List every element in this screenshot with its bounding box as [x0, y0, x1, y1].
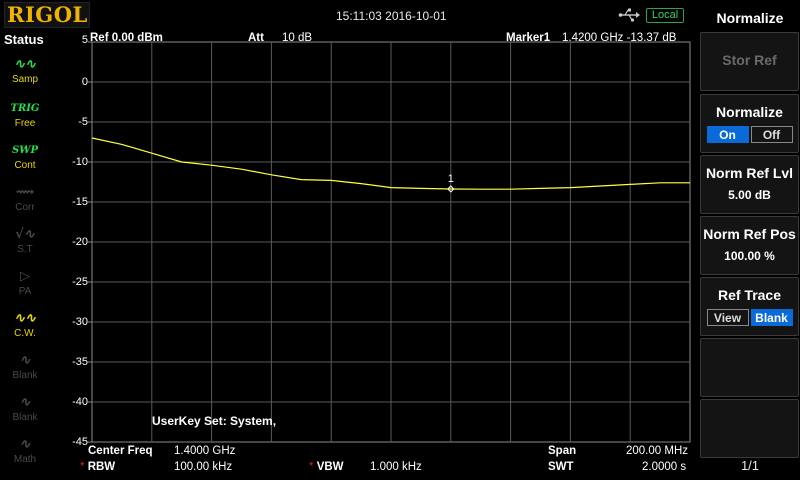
normalize-toggle[interactable]: Normalize On Off — [700, 94, 799, 153]
status-pa[interactable]: ▷ PA — [4, 268, 46, 304]
status-blank-2[interactable]: ∿ Blank — [4, 394, 46, 430]
vbw-indicator: * VBW — [309, 461, 344, 473]
ref-trace-toggle[interactable]: Ref Trace View Blank — [700, 277, 799, 336]
status-swp[interactable]: SWP Cont — [4, 142, 46, 178]
rigol-logo: RIGOL — [4, 2, 90, 28]
att-value: 10 dB — [282, 32, 313, 44]
y-tick-label: -35 — [72, 356, 88, 368]
marker-label: Marker1 — [506, 32, 551, 44]
swp-icon: SWP — [12, 145, 38, 156]
y-tick-label: -5 — [78, 116, 88, 128]
center-freq-label: Center Freq — [88, 445, 153, 457]
y-tick-label: 0 — [81, 76, 88, 88]
blank-icon: ∿ — [19, 353, 31, 368]
pa-icon: ▷ — [20, 269, 30, 284]
status-cw[interactable]: ∿∿ C.W. — [4, 310, 46, 346]
ref-level: Ref 0.00 dBm — [90, 32, 163, 44]
blank-icon: ∿ — [19, 395, 31, 410]
normalize-off-option[interactable]: Off — [750, 126, 793, 143]
y-tick-label: -25 — [72, 276, 88, 288]
ref-trace-blank-option[interactable]: Blank — [750, 309, 793, 326]
norm-ref-pos-button[interactable]: Norm Ref Pos 100.00 % — [700, 216, 799, 275]
userkey-set: UserKey Set: System, — [152, 414, 277, 428]
y-tick-label: -15 — [72, 196, 88, 208]
status-st[interactable]: √∿ S.T — [4, 226, 46, 262]
swt-value: 2.0000 s — [642, 461, 687, 473]
softkey-panel: Normalize Stor Ref Normalize On Off Norm… — [700, 0, 800, 480]
st-icon: √∿ — [15, 227, 35, 242]
y-tick-label: 5 — [81, 34, 88, 46]
status-column: Status ∿∿ Samp TRIG Free SWP Cont ⟿ Corr… — [0, 30, 50, 480]
rbw-value: 100.00 kHz — [174, 461, 233, 473]
math-icon: ∿ — [19, 437, 31, 452]
status-corr[interactable]: ⟿ Corr — [4, 184, 46, 220]
y-tick-label: -30 — [72, 316, 88, 328]
status-math[interactable]: ∿ Math — [4, 436, 46, 472]
spectrum-plot-area[interactable]: 1 5 0 -5 -10 -15 -20 -25 -30 -35 -40 -45… — [50, 30, 700, 480]
center-freq-value: 1.4000 GHz — [174, 445, 236, 457]
y-tick-label: -10 — [72, 156, 88, 168]
corr-icon: ⟿ — [15, 185, 35, 200]
y-tick-label: -45 — [72, 436, 88, 448]
cw-icon: ∿∿ — [14, 311, 36, 326]
trig-icon: TRIG — [10, 103, 40, 114]
normalize-on-option[interactable]: On — [706, 126, 749, 143]
empty-softkey-2[interactable] — [700, 399, 799, 458]
status-samp[interactable]: ∿∿ Samp — [4, 56, 46, 92]
datetime: 15:11:03 2016-10-01 — [336, 9, 447, 23]
status-blank-1[interactable]: ∿ Blank — [4, 352, 46, 388]
menu-title: Normalize — [716, 10, 784, 26]
vbw-value: 1.000 kHz — [370, 461, 422, 473]
y-tick-label: -20 — [72, 236, 88, 248]
swt-label: SWT — [548, 461, 574, 473]
span-label: Span — [548, 445, 577, 457]
marker-number: 1 — [448, 173, 454, 185]
norm-ref-lvl-button[interactable]: Norm Ref Lvl 5.00 dB — [700, 155, 799, 214]
page-indicator: 1/1 — [740, 458, 760, 473]
marker-readout: 1.4200 GHz -13.37 dB — [562, 32, 677, 44]
top-bar: RIGOL 15:11:03 2016-10-01 Local — [0, 0, 700, 30]
local-badge[interactable]: Local — [646, 8, 684, 23]
usb-icon — [618, 8, 640, 22]
empty-softkey-1[interactable] — [700, 338, 799, 397]
att-label: Att — [248, 32, 264, 44]
ref-trace-view-option[interactable]: View — [706, 309, 749, 326]
rbw-indicator: * RBW — [80, 461, 116, 473]
stor-ref-button[interactable]: Stor Ref — [700, 32, 799, 91]
samp-wave-icon: ∿∿ — [14, 57, 36, 72]
span-value: 200.00 MHz — [626, 445, 689, 457]
y-tick-label: -40 — [72, 396, 88, 408]
status-trig[interactable]: TRIG Free — [4, 100, 46, 136]
status-title: Status — [4, 32, 44, 47]
spectrum-graph[interactable]: 1 — [50, 30, 700, 480]
